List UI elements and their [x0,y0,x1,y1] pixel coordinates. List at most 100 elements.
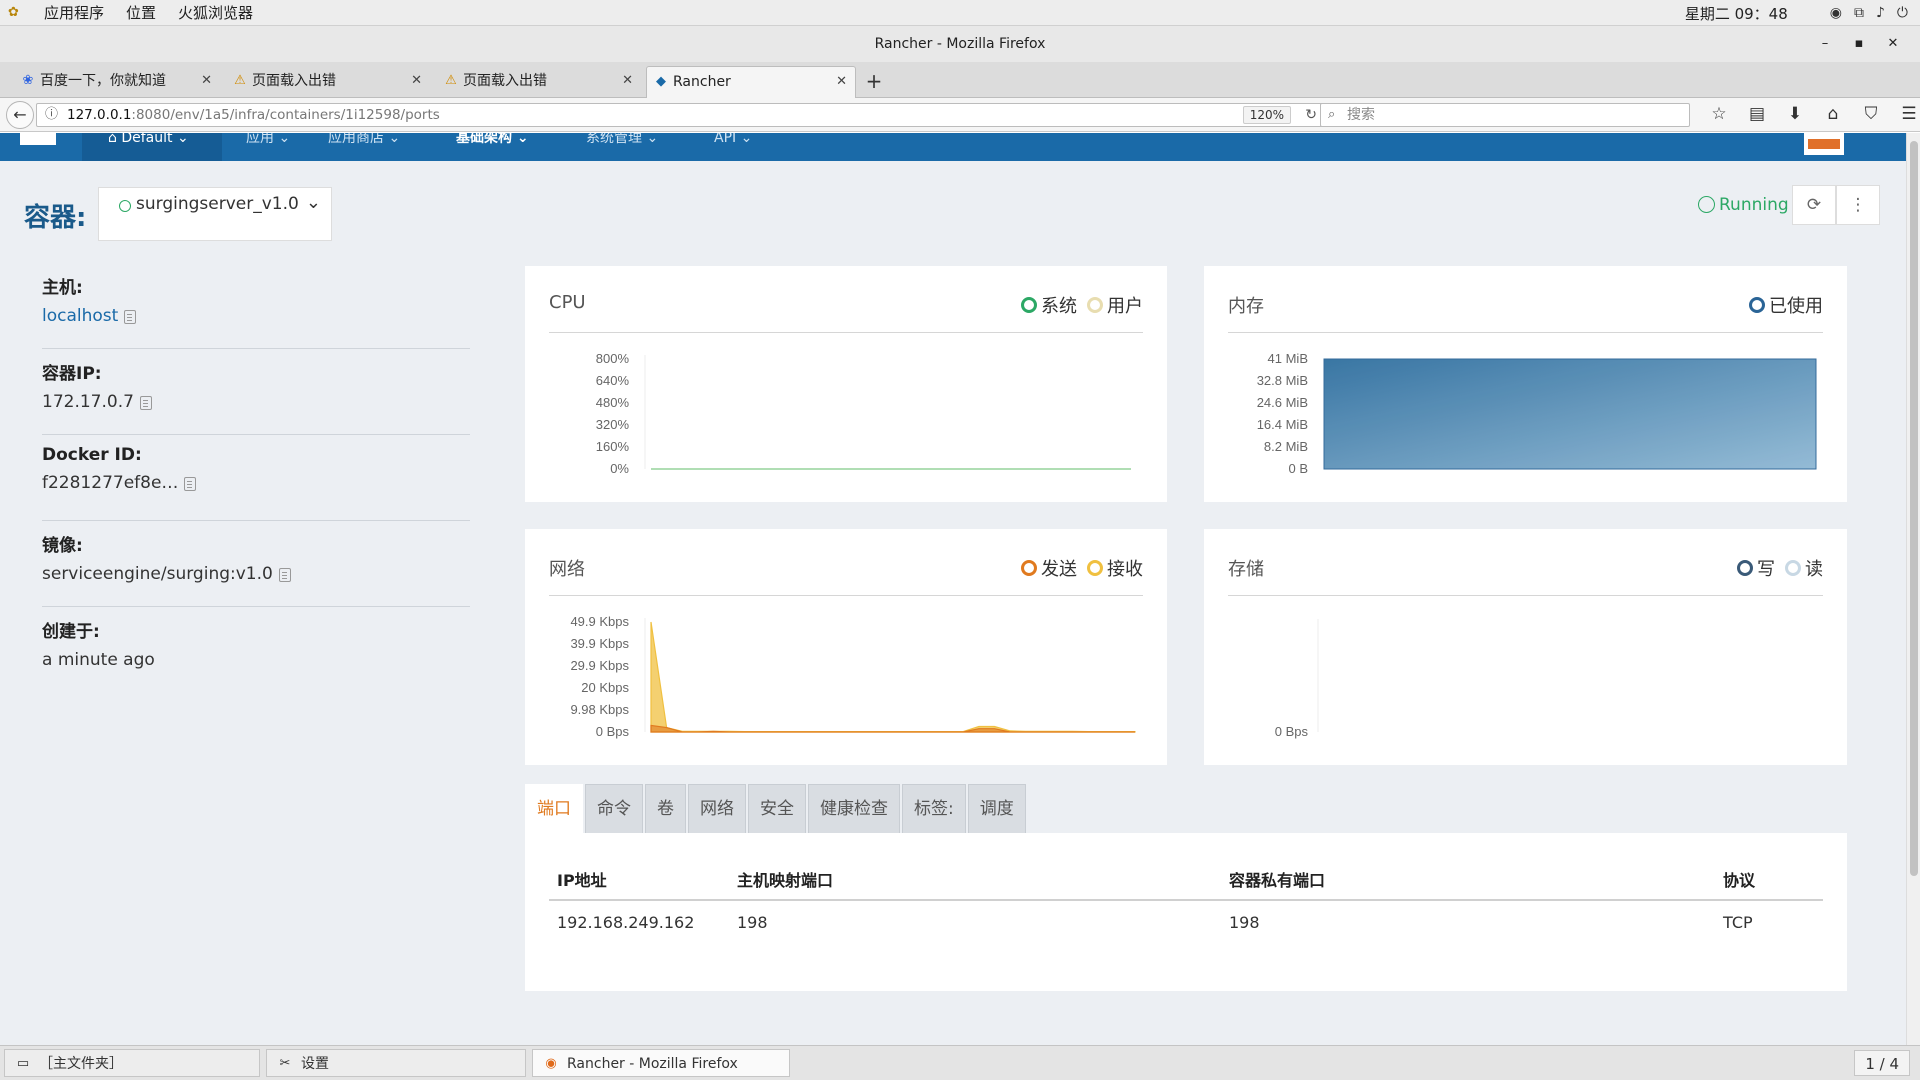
new-tab-icon[interactable]: + [862,66,886,96]
tab-strip: ❀ 百度一下，你就知道 ✕ ⚠ 页面载入出错 ✕ ⚠ 页面载入出错 ✕ ◆ Ra… [0,62,1920,98]
cpu-chart: 800% 640% 480% 320% 160% 0% [596,351,1131,476]
docker-id-label: Docker ID: [42,445,142,465]
nav-admin[interactable]: 系统管理 ⌄ [586,133,658,147]
y-tick-label: 0% [610,461,629,476]
created-value: a minute ago [42,650,155,670]
warning-icon: ⚠ [445,73,457,88]
network-icon[interactable]: ⧉ [1854,5,1864,21]
tab-ports[interactable]: 端口 [525,784,583,834]
reload-icon[interactable]: ↻ [1305,104,1317,126]
more-actions-button[interactable]: ⋮ [1836,185,1880,225]
copy-icon[interactable] [278,568,291,582]
col-ip[interactable]: IP地址 [549,859,729,901]
table-row: 192.168.249.162 198 198 TCP [549,900,1823,944]
docker-id-value: f2281277ef8e… [42,473,179,493]
container-name: surgingserver_v1.0 [136,194,299,214]
state-dot-icon [119,200,131,212]
tab-volumes[interactable]: 卷 [645,784,686,834]
status-badge: Running [1698,195,1789,215]
tab-scheduling[interactable]: 调度 [967,784,1026,834]
tab-label: Rancher [673,74,731,90]
tab-close-icon[interactable]: ✕ [201,66,212,96]
task-firefox[interactable]: ◉ Rancher - Mozilla Firefox [532,1049,790,1077]
url-bar[interactable]: ⓘ 127.0.0.1:8080/env/1a5/infra/container… [36,103,1326,127]
y-tick-label: 32.8 MiB [1257,373,1308,388]
y-tick-label: 0 B [1288,461,1308,476]
menu-hamburger-icon[interactable]: ☰ [1890,104,1920,124]
col-protocol[interactable]: 协议 [1715,859,1823,901]
tab-command[interactable]: 命令 [585,784,643,834]
copy-icon[interactable] [139,396,152,410]
clock[interactable]: 星期二 09：48 [1685,3,1788,24]
env-switcher[interactable]: ⌂ Default ⌄ [82,133,222,161]
search-icon: ⌕ [1328,107,1336,122]
zoom-level[interactable]: 120% [1242,106,1291,124]
storage-chart: 0 Bps [1275,619,1319,739]
nav-infra[interactable]: 基础架构 ⌄ [456,133,529,147]
y-tick-label: 39.9 Kbps [570,636,629,651]
restart-icon: ⟳ [1806,195,1822,215]
tab-close-icon[interactable]: ✕ [622,66,633,96]
page-scrollbar[interactable] [1906,133,1920,1045]
os-top-bar: ✿ 应用程序 位置 火狐浏览器 星期二 09：48 ◉ ⧉ ♪ ⏻ [0,0,1920,26]
power-icon[interactable]: ⏻ [1897,5,1908,21]
tab-load-error-2[interactable]: ⚠ 页面载入出错 ✕ [437,66,641,98]
col-host-port[interactable]: 主机映射端口 [729,859,1221,901]
tab-close-icon[interactable]: ✕ [836,67,847,97]
accessibility-icon[interactable]: ◉ [1830,5,1842,21]
ports-table: IP地址 主机映射端口 容器私有端口 协议 192.168.249.162 19… [549,859,1823,944]
tab-load-error-1[interactable]: ⚠ 页面载入出错 ✕ [226,66,430,98]
host-link[interactable]: localhost [42,306,118,326]
y-tick-label: 480% [596,395,630,410]
workspace-pager[interactable]: 1 / 4 [1854,1050,1910,1076]
menu-applications[interactable]: 应用程序 [44,2,104,23]
bookmark-star-icon[interactable]: ☆ [1700,104,1738,124]
tab-close-icon[interactable]: ✕ [411,66,422,96]
y-tick-label: 41 MiB [1268,351,1308,366]
copy-icon[interactable] [124,310,137,324]
y-tick-label: 9.98 Kbps [570,702,629,717]
close-window-icon[interactable]: ✕ [1876,26,1910,62]
download-icon[interactable]: ⬇ [1776,104,1814,124]
minimize-icon[interactable]: – [1808,26,1842,62]
restart-button[interactable]: ⟳ [1792,185,1836,225]
tab-labels[interactable]: 标签: [902,784,966,834]
copy-icon[interactable] [184,477,197,491]
reading-list-icon[interactable]: ▤ [1738,104,1776,124]
container-selector[interactable]: surgingserver_v1.0 ⌄ [98,187,332,241]
nav-api[interactable]: API ⌄ [714,133,752,147]
cell-ip: 192.168.249.162 [557,913,695,932]
maximize-icon[interactable]: ▪ [1842,26,1876,62]
info-icon[interactable]: ⓘ [45,104,58,126]
window-title-bar: Rancher - Mozilla Firefox – ▪ ✕ [0,26,1920,62]
back-arrow-icon[interactable]: ← [6,101,34,129]
task-home-folder[interactable]: ▭ ［主文件夹］ [4,1049,260,1077]
nav-catalog[interactable]: 应用商店 ⌄ [328,133,400,147]
rancher-logo[interactable] [20,133,56,145]
y-tick-label: 800% [596,351,630,366]
col-container-port[interactable]: 容器私有端口 [1221,859,1715,901]
pocket-icon[interactable]: ⛉ [1852,104,1890,124]
y-tick-label: 640% [596,373,630,388]
tab-baidu[interactable]: ❀ 百度一下，你就知道 ✕ [14,66,220,98]
ports-panel: IP地址 主机映射端口 容器私有端口 协议 192.168.249.162 19… [525,833,1847,991]
volume-icon[interactable]: ♪ [1876,5,1885,21]
user-avatar[interactable] [1804,133,1844,155]
y-tick-label: 16.4 MiB [1257,417,1308,432]
tab-health-check[interactable]: 健康检查 [808,784,900,834]
home-icon[interactable]: ⌂ [1814,104,1852,124]
nav-apps[interactable]: 应用 ⌄ [246,133,290,147]
tab-rancher[interactable]: ◆ Rancher ✕ [646,66,856,98]
created-label: 创建于: [42,622,100,642]
menu-firefox[interactable]: 火狐浏览器 [178,2,253,23]
page-content: ⌂ Default ⌄ 应用 ⌄ 应用商店 ⌄ 基础架构 ⌄ 系统管理 ⌄ AP… [0,133,1906,1045]
tab-network[interactable]: 网络 [688,784,746,834]
task-settings[interactable]: ✂ 设置 [266,1049,526,1077]
menu-places[interactable]: 位置 [126,2,156,23]
tab-label: 百度一下，你就知道 [40,73,166,89]
search-input[interactable]: ⌕ 搜索 [1320,103,1690,127]
rancher-icon: ◆ [656,74,666,89]
search-placeholder: 搜索 [1347,107,1375,123]
tab-security[interactable]: 安全 [748,784,806,834]
y-tick-label: 160% [596,439,630,454]
